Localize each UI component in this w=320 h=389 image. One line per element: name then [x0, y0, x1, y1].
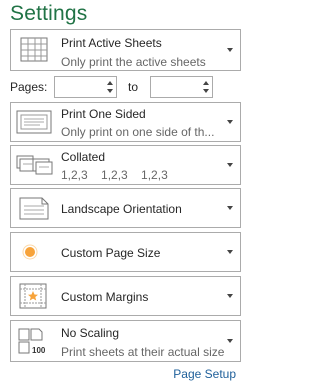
- spin-up-icon[interactable]: [203, 81, 209, 85]
- spin-down-icon[interactable]: [107, 89, 113, 93]
- print-what-dropdown[interactable]: Print Active Sheets Only print the activ…: [10, 29, 241, 71]
- scaling-100-icon: 100: [18, 328, 46, 355]
- spin-up-icon[interactable]: [107, 81, 113, 85]
- margins-label: Custom Margins: [61, 290, 149, 304]
- page-title: Settings: [10, 2, 88, 25]
- pages-to-label: to: [128, 80, 139, 94]
- collation-dropdown[interactable]: Collated 1,2,3 1,2,3 1,2,3: [10, 145, 241, 185]
- collation-desc: 1,2,3 1,2,3 1,2,3: [61, 168, 168, 182]
- margins-dropdown[interactable]: Custom Margins: [10, 276, 241, 316]
- page-size-dropdown[interactable]: Custom Page Size: [10, 232, 241, 272]
- scaling-dropdown[interactable]: 100 No Scaling Print sheets at their act…: [10, 320, 241, 362]
- chevron-down-icon: [227, 250, 233, 254]
- sheets-grid-icon: [20, 37, 48, 62]
- page-size-dot-icon: [22, 244, 38, 260]
- print-sides-label: Print One Sided: [61, 107, 146, 121]
- chevron-down-icon: [227, 339, 233, 343]
- collated-pages-icon: [16, 155, 53, 175]
- page-size-label: Custom Page Size: [61, 246, 161, 260]
- print-what-desc: Only print the active sheets: [61, 55, 206, 69]
- print-sides-dropdown[interactable]: Print One Sided Only print on one side o…: [10, 102, 241, 142]
- scaling-label: No Scaling: [61, 326, 120, 340]
- pages-to-input[interactable]: [150, 76, 213, 98]
- spin-down-icon[interactable]: [203, 89, 209, 93]
- scaling-desc: Print sheets at their actual size: [61, 345, 225, 359]
- scaling-icon-text: 100: [32, 346, 46, 355]
- chevron-down-icon: [227, 120, 233, 124]
- chevron-down-icon: [227, 294, 233, 298]
- chevron-down-icon: [227, 48, 233, 52]
- print-what-label: Print Active Sheets: [61, 36, 162, 50]
- pages-from-input[interactable]: [54, 76, 117, 98]
- orientation-dropdown[interactable]: Landscape Orientation: [10, 188, 241, 228]
- pages-label: Pages:: [10, 80, 48, 94]
- orientation-label: Landscape Orientation: [61, 202, 182, 216]
- pages-range-row: Pages: to: [10, 76, 241, 98]
- landscape-page-icon: [19, 197, 49, 220]
- print-sides-desc: Only print on one side of th...: [61, 125, 215, 139]
- chevron-down-icon: [227, 163, 233, 167]
- margins-star-icon: [19, 283, 47, 309]
- collation-label: Collated: [61, 150, 106, 164]
- one-sided-page-icon: [16, 110, 52, 134]
- chevron-down-icon: [227, 206, 233, 210]
- page-setup-link[interactable]: Page Setup: [173, 367, 236, 381]
